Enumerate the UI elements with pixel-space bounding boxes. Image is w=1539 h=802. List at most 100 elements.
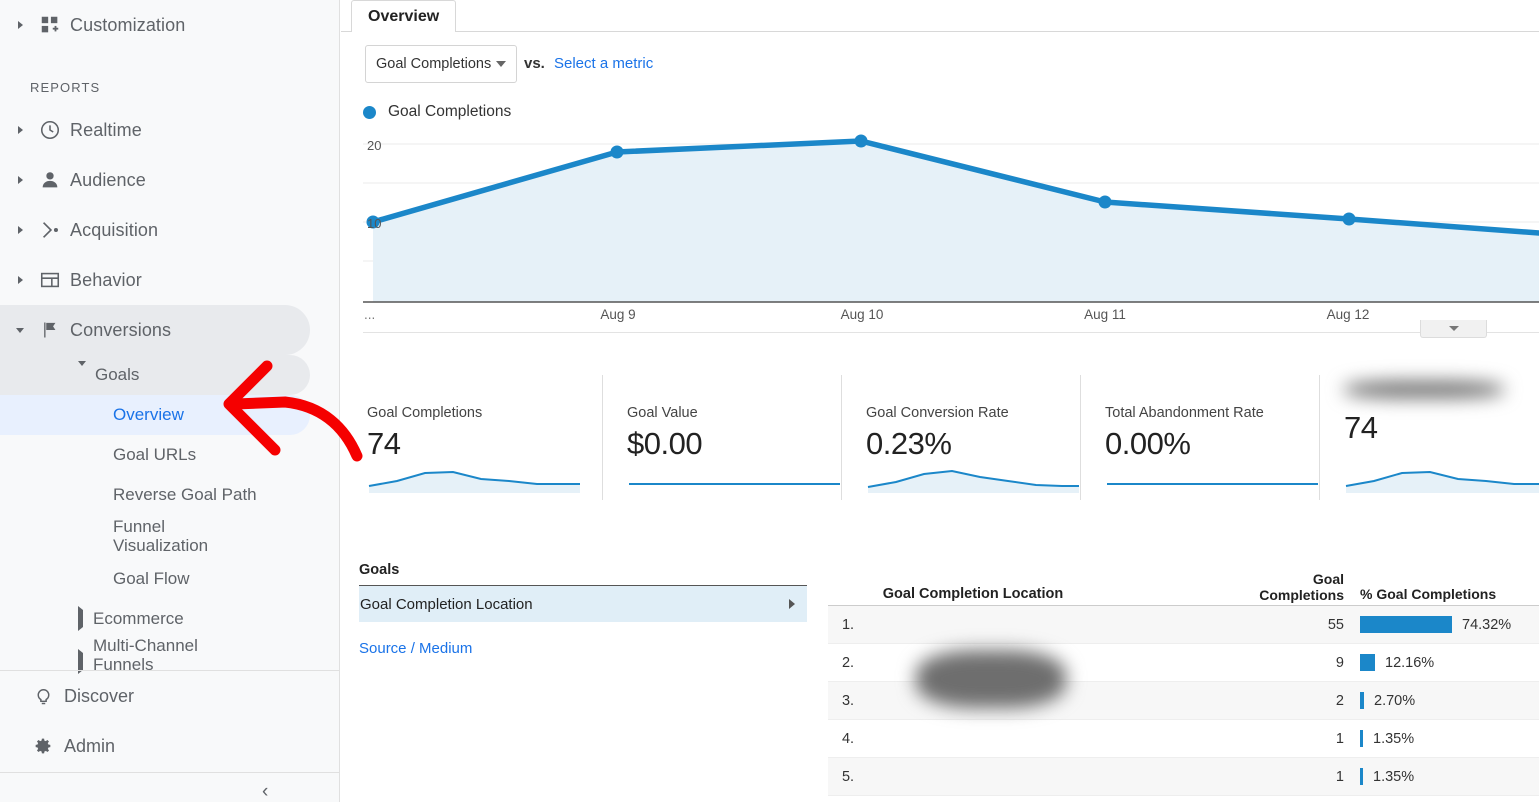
x-axis-truncation-label: ... [364, 307, 376, 322]
chart-data-point [854, 134, 868, 148]
sidebar-item-conversions[interactable]: Conversions [0, 305, 339, 355]
chevron-right-icon [789, 599, 795, 609]
sidebar-item-funnel-visualization[interactable]: Funnel Visualization [0, 512, 339, 560]
row-percent-bar [1360, 692, 1364, 709]
kpi-card-total-abandonment-rate[interactable]: Total Abandonment Rate 0.00% [1080, 375, 1319, 500]
x-axis-tick-label: Aug 12 [1326, 307, 1370, 322]
kpi-value: 74 [367, 426, 401, 461]
column-header-location[interactable]: Goal Completion Location [828, 586, 1118, 605]
row-percent-bar [1360, 654, 1375, 671]
kpi-title: Goal Value [627, 405, 698, 421]
chevron-right-icon [10, 21, 30, 29]
goals-dimension-goal-completion-location[interactable]: Goal Completion Location [359, 586, 807, 622]
kpi-card-goal-value[interactable]: Goal Value $0.00 [602, 375, 841, 500]
person-icon [30, 169, 70, 191]
row-percent-cell: 1.35% [1348, 768, 1539, 785]
sidebar-item-label: Funnel Visualization [113, 516, 209, 555]
row-index: 1. [841, 616, 855, 633]
row-percent-bar [1360, 768, 1363, 785]
sidebar-item-label: Multi-Channel Funnels [93, 636, 198, 675]
kpi-sparkline [1107, 483, 1318, 485]
source-medium-link[interactable]: Source / Medium [359, 640, 807, 657]
clock-icon [30, 119, 70, 141]
goals-panel-header: Goals [359, 562, 807, 586]
redacted-kpi-title [1344, 381, 1504, 398]
kpi-card-goal-completions[interactable]: Goal Completions 74 [363, 375, 602, 500]
sidebar-item-audience[interactable]: Audience [0, 155, 339, 205]
sidebar-item-customization[interactable]: Customization [0, 0, 339, 50]
redacted-table-values [916, 650, 1066, 708]
row-index: 4. [841, 730, 855, 747]
tab-bar: Overview [341, 0, 1539, 32]
column-header-line2: Completions [1259, 586, 1344, 603]
column-header-percent-goal-completions[interactable]: % Goal Completions [1348, 586, 1539, 605]
sidebar-item-realtime[interactable]: Realtime [0, 105, 339, 155]
legend-color-dot [363, 105, 376, 119]
vs-label: vs. [524, 55, 545, 72]
chart-collapse-toggle[interactable] [1420, 320, 1487, 338]
x-axis-tick-label: Aug 9 [600, 307, 636, 322]
sidebar-item-admin[interactable]: Admin [0, 721, 339, 771]
metric-selector-dropdown[interactable]: Goal Completions [365, 45, 517, 83]
row-percent-text: 74.32% [1462, 616, 1512, 633]
chevron-right-icon [78, 649, 83, 674]
sidebar-item-label: Conversions [70, 319, 172, 340]
sidebar-item-label: Goal Flow [113, 569, 190, 588]
kpi-sparkline [368, 470, 580, 493]
chevron-right-icon [10, 176, 30, 184]
chevron-right-icon [10, 226, 30, 234]
kpi-card-goal-conversion-rate[interactable]: Goal Conversion Rate 0.23% [841, 375, 1080, 500]
sidebar-item-discover[interactable]: Discover [0, 671, 339, 721]
kpi-title: Goal Completions [367, 405, 483, 421]
window-icon [30, 269, 70, 291]
row-goal-completions: 2 [1335, 692, 1344, 709]
sidebar-item-overview[interactable]: Overview [0, 398, 339, 432]
goal-completions-chart[interactable]: 20 10 [363, 130, 1539, 320]
sidebar-item-goal-urls[interactable]: Goal URLs [0, 438, 339, 472]
row-goal-completions: 1 [1335, 768, 1344, 785]
column-header-goal-completions[interactable]: Goal Completions [1118, 571, 1348, 605]
sidebar-item-multi-channel-funnels[interactable]: Multi-Channel Funnels [0, 636, 339, 674]
sidebar-item-label: Discover [64, 685, 135, 706]
sidebar-item-goals[interactable]: Goals [0, 358, 339, 392]
select-a-metric-link[interactable]: Select a metric [554, 55, 653, 72]
goals-dimension-label: Goal Completion Location [360, 595, 533, 613]
kpi-title: Goal Conversion Rate [866, 405, 1009, 421]
chart-data-point [610, 145, 624, 159]
sidebar-item-acquisition[interactable]: Acquisition [0, 205, 339, 255]
goals-dimension-panel: Goals Goal Completion Location Source / … [359, 562, 807, 657]
sidebar-item-label: Overview [113, 405, 184, 424]
sidebar-item-label: Behavior [70, 269, 142, 290]
metric-selector-value: Goal Completions [376, 56, 492, 72]
kpi-value: 0.00% [1105, 426, 1191, 461]
tab-overview[interactable]: Overview [351, 0, 457, 32]
table-row[interactable]: 4. 1 1.35% [828, 720, 1539, 758]
chevron-left-icon[interactable]: ‹ [262, 782, 268, 801]
main-content: Overview Goal Completions vs. Select a m… [341, 0, 1539, 802]
row-percent-cell: 2.70% [1348, 692, 1539, 709]
sidebar-item-behavior[interactable]: Behavior [0, 255, 339, 305]
sidebar-divider-bottom [0, 772, 339, 773]
table-header-row: Goal Completion Location Goal Completion… [828, 562, 1539, 606]
kpi-sparkline [867, 469, 1079, 493]
row-percent-text: 12.16% [1385, 654, 1435, 671]
sidebar-item-label: Reverse Goal Path [113, 485, 257, 504]
kpi-value: $0.00 [627, 426, 703, 461]
row-percent-cell: 1.35% [1348, 730, 1539, 747]
kpi-card-redacted[interactable]: 74 [1319, 375, 1539, 500]
chart-x-axis: Aug 9 Aug 10 Aug 11 Aug 12 [363, 305, 1539, 333]
chart-legend: Goal Completions [363, 103, 511, 121]
row-percent-text: 1.35% [1373, 768, 1415, 785]
sidebar-item-ecommerce[interactable]: Ecommerce [0, 602, 339, 636]
left-sidebar: Customization REPORTS Realtime Audience … [0, 0, 340, 802]
row-goal-completions: 1 [1335, 730, 1344, 747]
sidebar-item-label: Ecommerce [93, 609, 184, 628]
table-row[interactable]: 1. 55 74.32% [828, 606, 1539, 644]
table-row[interactable]: 5. 1 1.35% [828, 758, 1539, 796]
sidebar-item-goal-flow[interactable]: Goal Flow [0, 562, 339, 596]
sidebar-item-reverse-goal-path[interactable]: Reverse Goal Path [0, 478, 339, 512]
chevron-right-icon [10, 276, 30, 284]
kpi-sparkline [1345, 470, 1539, 493]
row-goal-completions: 55 [1327, 616, 1344, 633]
y-axis-tick-label: 10 [367, 216, 381, 231]
